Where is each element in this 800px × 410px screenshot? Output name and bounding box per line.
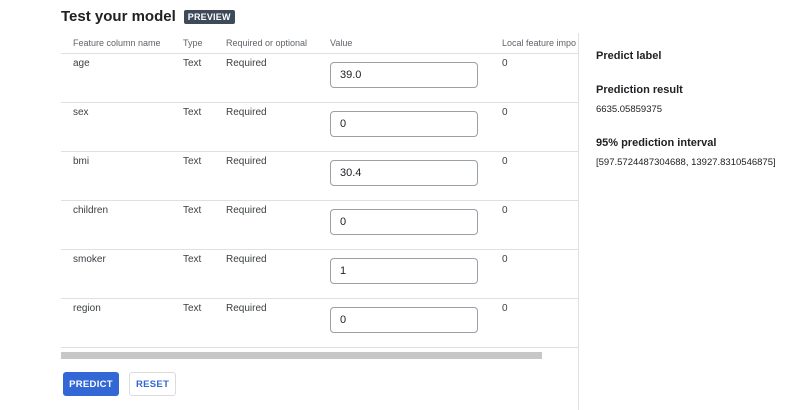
preview-badge: PREVIEW bbox=[183, 9, 235, 24]
horizontal-scrollbar[interactable] bbox=[61, 352, 542, 359]
value-input-sex[interactable] bbox=[330, 110, 478, 137]
prediction-result-heading: Prediction result bbox=[596, 84, 683, 96]
feature-type: Text bbox=[171, 53, 214, 103]
feature-name: smoker bbox=[61, 249, 171, 299]
feature-required: Required bbox=[214, 151, 318, 201]
feature-type: Text bbox=[171, 151, 214, 201]
column-header-name: Feature column name bbox=[61, 33, 171, 54]
feature-type: Text bbox=[171, 200, 214, 250]
feature-importance: 0 bbox=[490, 200, 578, 250]
table-row: sex Text Required 0 bbox=[61, 102, 578, 152]
feature-required: Required bbox=[214, 249, 318, 299]
predict-button[interactable]: PREDICT bbox=[63, 372, 119, 396]
prediction-result-value: 6635.05859375 bbox=[596, 104, 663, 115]
feature-name: bmi bbox=[61, 151, 171, 201]
page-header: Test your model PREVIEW bbox=[61, 8, 235, 25]
table-row: smoker Text Required 0 bbox=[61, 249, 578, 299]
feature-type: Text bbox=[171, 102, 214, 152]
feature-table-panel[interactable]: Feature column name Type Required or opt… bbox=[61, 33, 578, 363]
value-input-age[interactable] bbox=[330, 61, 478, 88]
panel-divider bbox=[578, 33, 579, 410]
feature-name: region bbox=[61, 298, 171, 348]
table-row: children Text Required 0 bbox=[61, 200, 578, 250]
reset-button[interactable]: RESET bbox=[129, 372, 176, 396]
feature-name: age bbox=[61, 53, 171, 103]
table-header-row: Feature column name Type Required or opt… bbox=[61, 33, 578, 54]
value-input-bmi[interactable] bbox=[330, 159, 478, 186]
feature-required: Required bbox=[214, 200, 318, 250]
column-header-value: Value bbox=[318, 33, 490, 54]
value-input-region[interactable] bbox=[330, 306, 478, 333]
table-row: age Text Required 0 bbox=[61, 53, 578, 103]
prediction-interval-heading: 95% prediction interval bbox=[596, 137, 717, 149]
column-header-required: Required or optional bbox=[214, 33, 318, 54]
page-title: Test your model bbox=[61, 8, 176, 25]
table-row: region Text Required 0 bbox=[61, 298, 578, 348]
feature-type: Text bbox=[171, 298, 214, 348]
feature-required: Required bbox=[214, 102, 318, 152]
feature-name: children bbox=[61, 200, 171, 250]
feature-table: Feature column name Type Required or opt… bbox=[61, 33, 578, 348]
feature-importance: 0 bbox=[490, 53, 578, 103]
table-row: bmi Text Required 0 bbox=[61, 151, 578, 201]
prediction-interval-value: [597.5724487304688, 13927.8310546875] bbox=[596, 157, 776, 168]
feature-type: Text bbox=[171, 249, 214, 299]
predict-label-heading: Predict label bbox=[596, 50, 662, 62]
feature-importance: 0 bbox=[490, 249, 578, 299]
feature-importance: 0 bbox=[490, 151, 578, 201]
feature-importance: 0 bbox=[490, 298, 578, 348]
feature-required: Required bbox=[214, 53, 318, 103]
value-input-smoker[interactable] bbox=[330, 257, 478, 284]
feature-name: sex bbox=[61, 102, 171, 152]
feature-importance: 0 bbox=[490, 102, 578, 152]
feature-required: Required bbox=[214, 298, 318, 348]
column-header-type: Type bbox=[171, 33, 214, 54]
value-input-children[interactable] bbox=[330, 208, 478, 235]
column-header-importance: Local feature impo bbox=[490, 33, 578, 54]
